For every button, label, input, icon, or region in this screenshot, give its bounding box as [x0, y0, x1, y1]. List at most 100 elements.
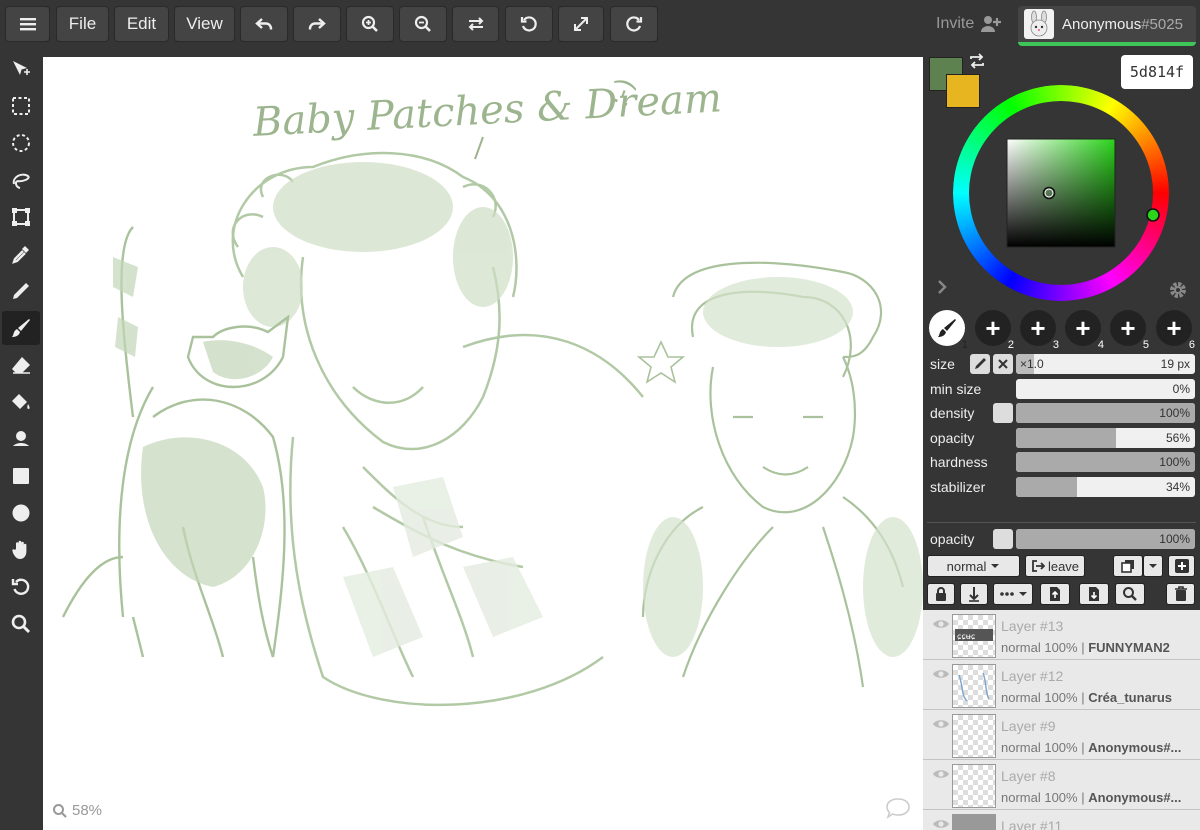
user-badge[interactable]: Anonymous#5025 — [1018, 6, 1196, 46]
duplicate-layer-button[interactable] — [1113, 555, 1143, 577]
lock-layer-button[interactable] — [927, 583, 955, 605]
gear-icon — [1170, 282, 1186, 298]
brush-preset-6[interactable]: +6 — [1156, 310, 1195, 351]
zoom-indicator[interactable]: 58% — [52, 802, 102, 819]
layer-item[interactable]: Layer #8 normal 100% | Anonymous#... — [923, 760, 1200, 810]
svg-text:ɕɕʉɕ: ɕɕʉɕ — [957, 632, 975, 641]
top-toolbar: File Edit View Invite Anonymous#5025 — [0, 0, 1200, 48]
eye-icon[interactable] — [932, 768, 950, 780]
duplicate-options-dropdown[interactable] — [1143, 555, 1163, 577]
layer-name: Layer #9 — [1001, 718, 1056, 734]
chat-button[interactable] — [885, 797, 911, 824]
brush-tool[interactable] — [2, 311, 40, 345]
layer-name: Layer #12 — [1001, 668, 1064, 684]
redo-button[interactable] — [293, 6, 341, 42]
brush-preset-3[interactable]: +3 — [1020, 310, 1059, 351]
lasso-tool[interactable] — [2, 163, 40, 197]
export-layer-button[interactable] — [1079, 583, 1109, 605]
delete-layer-button[interactable] — [1166, 583, 1195, 605]
caret-down-icon — [1018, 592, 1027, 596]
trash-icon — [1174, 586, 1187, 601]
size-x-toggle[interactable] — [993, 354, 1013, 374]
color-wheel[interactable] — [953, 85, 1169, 301]
layer-item[interactable]: Layer #11 — [923, 810, 1200, 830]
pencil-icon — [13, 283, 29, 299]
gradient-tool[interactable] — [2, 422, 40, 456]
min-size-label: min size — [930, 381, 982, 397]
eye-icon[interactable] — [932, 718, 950, 730]
brush-preset-5[interactable]: +5 — [1110, 310, 1149, 351]
rotate-view-tool[interactable] — [2, 570, 40, 604]
more-options-button[interactable] — [993, 583, 1033, 605]
blend-mode-value: normal — [946, 558, 987, 574]
zoom-out-button[interactable] — [399, 6, 447, 42]
opacity-slider[interactable]: 56% — [1016, 428, 1195, 448]
brush-preset-number: 4 — [1097, 339, 1104, 351]
file-down-icon — [1089, 587, 1099, 601]
fill-tool[interactable] — [2, 385, 40, 419]
hex-color-input[interactable]: 5d814f — [1121, 55, 1193, 89]
undo-button[interactable] — [240, 6, 288, 42]
layer-item[interactable]: Layer #9 normal 100% | Anonymous#... — [923, 710, 1200, 760]
drawing-canvas[interactable]: Baby Patches & Dream :-) — [43, 57, 923, 830]
rectangle-shape-tool[interactable] — [2, 459, 40, 493]
add-layer-button[interactable] — [1168, 555, 1195, 577]
brush-preset-4[interactable]: +4 — [1065, 310, 1104, 351]
user-name-text: Anonymous — [1062, 15, 1142, 33]
eye-icon[interactable] — [932, 618, 950, 630]
user-name: Anonymous#5025 — [1062, 16, 1183, 33]
view-menu-button[interactable]: View — [174, 6, 235, 42]
move-tool[interactable] — [2, 52, 40, 86]
brush-preset-1[interactable]: 1 — [929, 310, 968, 351]
eraser-tool[interactable] — [2, 348, 40, 382]
import-layer-button[interactable] — [1040, 583, 1070, 605]
leave-label: leave — [1047, 558, 1080, 574]
file-menu-button[interactable]: File — [56, 6, 109, 42]
sketch-artwork: Baby Patches & Dream :-) — [61, 74, 923, 707]
eyedropper-tool[interactable] — [2, 237, 40, 271]
zoom-out-icon — [414, 15, 431, 32]
density-pressure-checkbox[interactable] — [993, 403, 1013, 423]
swap-colors-button[interactable] — [968, 52, 986, 75]
hand-tool[interactable] — [2, 533, 40, 567]
layer-item[interactable]: ɕɕʉɕ Layer #13 normal 100% | FUNNYMAN2 — [923, 610, 1200, 660]
layer-item[interactable]: Layer #12 normal 100% | Créa_tunarus — [923, 660, 1200, 710]
size-slider[interactable]: ×1.0 19 px — [1016, 354, 1195, 374]
rotate-left-button[interactable] — [505, 6, 553, 42]
hardness-slider[interactable]: 100% — [1016, 452, 1195, 472]
settings-button[interactable] — [1168, 280, 1188, 305]
min-size-slider[interactable]: 0% — [1016, 379, 1195, 399]
ellipse-shape-tool[interactable] — [2, 496, 40, 530]
brush-preset-2[interactable]: +2 — [975, 310, 1014, 351]
layer-thumbnail — [952, 764, 996, 808]
eye-icon[interactable] — [932, 668, 950, 680]
layer-opacity-slider[interactable]: 100% — [1016, 529, 1195, 549]
ellipse-select-tool[interactable] — [2, 126, 40, 160]
transform-tool[interactable] — [2, 200, 40, 234]
zoom-tool[interactable] — [2, 607, 40, 641]
paint-bucket-icon — [12, 394, 30, 409]
stabilizer-slider[interactable]: 34% — [1016, 477, 1195, 497]
layer-opacity-checkbox[interactable] — [993, 529, 1013, 549]
search-layers-button[interactable] — [1115, 583, 1145, 605]
add-user-icon — [981, 16, 1002, 32]
eye-icon[interactable] — [932, 818, 950, 830]
pencil-tool[interactable] — [2, 274, 40, 308]
pressure-size-toggle[interactable] — [970, 354, 990, 374]
density-slider[interactable]: 100% — [1016, 403, 1195, 423]
more-dots-icon — [999, 592, 1014, 596]
merge-down-button[interactable] — [960, 583, 988, 605]
flip-horizontal-button[interactable] — [452, 6, 499, 42]
rect-select-icon — [12, 97, 30, 115]
leave-layer-button[interactable]: leave — [1025, 555, 1085, 577]
rotate-right-button[interactable] — [610, 6, 658, 42]
zoom-in-button[interactable] — [346, 6, 394, 42]
fullscreen-button[interactable] — [558, 6, 604, 42]
invite-button[interactable]: Invite — [936, 14, 1002, 34]
expand-color-panel-button[interactable] — [935, 278, 949, 301]
rect-select-tool[interactable] — [2, 89, 40, 123]
hamburger-menu-button[interactable] — [5, 6, 50, 42]
edit-menu-button[interactable]: Edit — [114, 6, 169, 42]
blend-mode-dropdown[interactable]: normal — [927, 555, 1020, 577]
ellipse-select-icon — [12, 134, 30, 152]
